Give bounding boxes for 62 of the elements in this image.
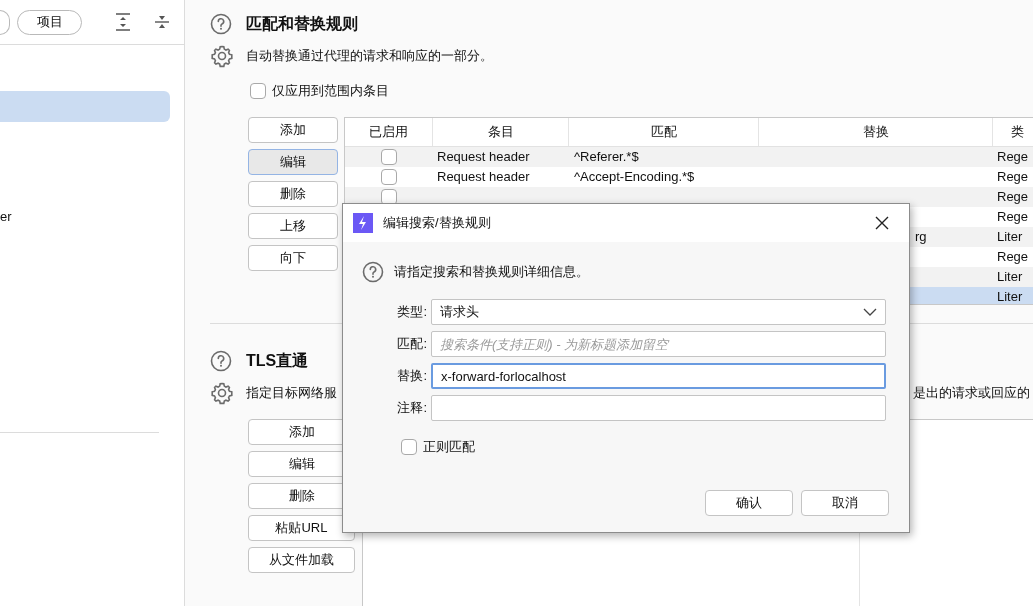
section-description: 是出的请求或回应的 xyxy=(913,383,1030,402)
checkbox[interactable] xyxy=(381,188,397,205)
type-dropdown[interactable]: 请求头 xyxy=(431,299,886,325)
expand-icon[interactable] xyxy=(115,13,131,31)
checkbox[interactable] xyxy=(250,82,266,99)
checkbox[interactable] xyxy=(381,148,397,165)
action-button[interactable]: 删除 xyxy=(248,180,338,207)
collapse-icon[interactable] xyxy=(154,13,170,31)
checkbox[interactable] xyxy=(401,438,417,455)
action-button[interactable]: 从文件加载 xyxy=(248,546,355,573)
column-header[interactable]: 条目 xyxy=(433,117,569,146)
table-cell-text: ^Accept-Encoding.*$ xyxy=(574,167,695,186)
section-description: 自动替换通过代理的请求和响应的一部分。 xyxy=(246,47,493,66)
checkbox[interactable] xyxy=(381,168,397,185)
action-button[interactable]: 编辑 xyxy=(248,148,338,175)
table-cell-text: Liter xyxy=(997,227,1023,246)
table-row[interactable]: Request header ^Referer.*$ Rege xyxy=(345,146,1033,167)
action-button[interactable]: 添加 xyxy=(248,116,338,143)
input-field[interactable]: x-forward-forlocalhost xyxy=(431,363,886,389)
column-header[interactable]: 已启用 xyxy=(345,117,433,146)
settings-icon[interactable] xyxy=(210,380,234,405)
help-icon[interactable] xyxy=(210,349,232,372)
section-title: 匹配和替换规则 xyxy=(246,14,358,34)
close-icon[interactable] xyxy=(875,216,889,230)
dialog-prompt: 请指定搜索和替换规则详细信息。 xyxy=(394,263,589,282)
action-button[interactable]: 粘贴URL xyxy=(248,514,355,541)
help-icon[interactable] xyxy=(210,13,232,35)
table-cell-text: Rege xyxy=(997,207,1029,226)
column-header[interactable]: 类 xyxy=(993,117,1033,146)
table-cell-text: Request header xyxy=(437,167,530,186)
table-cell-text: ^Referer.*$ xyxy=(574,147,639,166)
table-cell-text: Rege xyxy=(997,187,1029,206)
checkbox-label: 正则匹配 xyxy=(423,438,475,456)
sidebar-item[interactable]: er xyxy=(0,201,170,232)
table-cell-text: Rege xyxy=(997,147,1029,166)
column-header[interactable]: 替换 xyxy=(759,117,993,146)
cancel-button[interactable]: 取消 xyxy=(801,489,889,516)
section-description: 指定目标网络服 xyxy=(246,383,337,402)
dialog-title: 编辑搜索/替换规则 xyxy=(383,214,492,233)
table-cell-text: Liter xyxy=(997,287,1023,304)
table-cell-text: Request header xyxy=(437,147,530,166)
table-cell-text: Rege xyxy=(997,167,1029,186)
field-label: 类型: xyxy=(396,303,428,322)
section-title: TLS直通 xyxy=(246,350,309,371)
table-cell-text: Liter xyxy=(997,267,1023,286)
chevron-down-icon xyxy=(863,308,877,316)
field-label: 匹配: xyxy=(396,335,428,354)
checkbox-label: 仅应用到范围内条目 xyxy=(272,82,389,100)
field-label: 注释: xyxy=(396,399,428,418)
help-icon[interactable] xyxy=(362,261,384,283)
input-field[interactable] xyxy=(431,395,886,421)
table-cell-text: rg xyxy=(915,227,927,246)
app-logo-icon xyxy=(353,213,373,233)
table-cell-text: Rege xyxy=(997,247,1029,266)
settings-icon[interactable] xyxy=(210,44,234,68)
confirm-button[interactable]: 确认 xyxy=(705,489,793,516)
column-header[interactable]: 匹配 xyxy=(569,117,759,146)
input-field[interactable]: 搜索条件(支持正则) - 为新标题添加留空 xyxy=(431,331,886,357)
action-button[interactable]: 上移 xyxy=(248,212,338,239)
project-button[interactable]: 项目 xyxy=(17,9,82,35)
action-button[interactable]: 向下 xyxy=(248,244,338,271)
field-label: 替换: xyxy=(396,367,428,386)
